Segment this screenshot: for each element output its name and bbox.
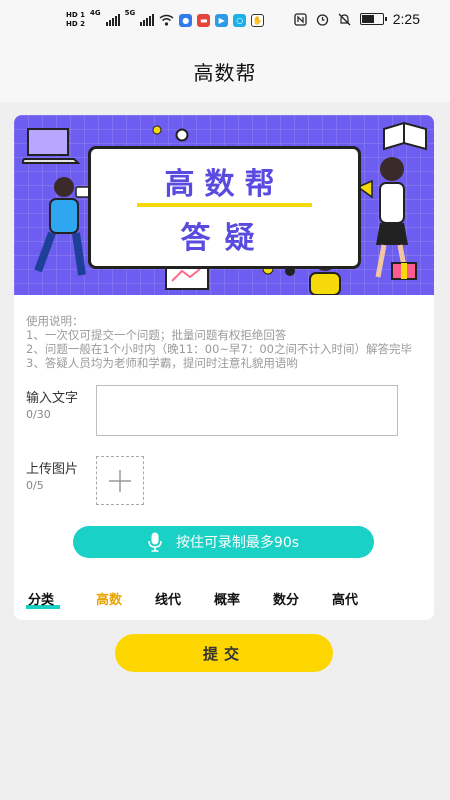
banner-divider xyxy=(137,203,312,207)
battery-icon xyxy=(359,13,387,25)
microphone-icon xyxy=(148,532,162,552)
ring-deco xyxy=(175,128,189,142)
instruction-line-1: 1、一次仅可提交一个问题；批量问题有权拒绝回答 xyxy=(26,328,287,342)
question-card: 高数帮 答疑 使用说明： 1、一次仅可提交一个问题；批量问题有权拒绝回答 2、问… xyxy=(14,115,434,620)
tab-xiandai[interactable]: 线代 xyxy=(155,589,181,608)
record-button-label: 按住可录制最多90s xyxy=(175,535,300,551)
bus-app-icon: ▬ xyxy=(197,13,211,27)
search-app-icon: ○ xyxy=(233,13,247,27)
sim-indicator: HD 1 HD 2 xyxy=(66,11,85,29)
text-input-label: 输入文字 xyxy=(26,391,79,406)
image-upload-button[interactable] xyxy=(96,456,144,505)
tab-gaodai[interactable]: 高代 xyxy=(332,589,358,608)
usage-instructions: 使用说明： 1、一次仅可提交一个问题；批量问题有权拒绝回答 2、问题一般在1个小… xyxy=(26,314,426,370)
banner-frame: 高数帮 答疑 xyxy=(88,146,361,269)
title-bar: 高数帮 xyxy=(0,40,450,102)
category-tabs: 分类 高数 线代 概率 数分 高代 xyxy=(14,585,434,615)
record-voice-button[interactable]: 按住可录制最多90s xyxy=(73,526,374,558)
net1-label: 4G xyxy=(89,9,101,17)
mute-icon xyxy=(338,13,351,25)
dot-deco xyxy=(152,125,162,135)
boy-illustration xyxy=(34,177,93,276)
question-text-input[interactable] xyxy=(96,385,398,436)
banner: 高数帮 答疑 xyxy=(14,115,434,295)
instruction-line-2: 2、问题一般在1个小时内（晚11：00~早7：00之间不计入时间）解答完毕 xyxy=(26,342,412,356)
net2-label: 5G xyxy=(124,9,136,17)
page-title: 高数帮 xyxy=(193,60,257,85)
submit-button[interactable]: 提交 xyxy=(115,634,333,672)
text-input-count: 0/30 xyxy=(26,408,51,421)
plus-icon xyxy=(109,469,131,492)
status-right: 2:25 xyxy=(294,11,420,27)
banner-subtitle: 答疑 xyxy=(180,221,269,256)
book-illustration xyxy=(383,121,427,151)
status-bar: HD 1 HD 2 4G 5G ● ▬ ▶ ○ ✋ 2:25 xyxy=(0,0,450,40)
status-left: HD 1 HD 2 4G 5G ● ▬ ▶ ○ ✋ xyxy=(66,9,265,31)
instructions-heading: 使用说明： xyxy=(26,314,84,328)
hd1-label: HD 1 xyxy=(66,11,85,19)
category-heading: 分类 xyxy=(28,593,55,608)
image-upload-label: 上传图片 xyxy=(26,462,79,477)
banner-title: 高数帮 xyxy=(164,167,285,202)
nfc-icon xyxy=(294,12,307,26)
tab-gailv[interactable]: 概率 xyxy=(214,589,240,608)
alarm-icon xyxy=(316,13,328,26)
tab-shufen[interactable]: 数分 xyxy=(273,589,299,608)
tab-gaoshu[interactable]: 高数 xyxy=(96,589,122,608)
instruction-line-3: 3、答疑人员均为老师和学霸，提问时注意礼貌用语哟 xyxy=(26,356,298,370)
cursor-app-icon: ▶ xyxy=(215,13,229,27)
signal-icon xyxy=(105,14,120,26)
wifi-icon xyxy=(159,14,174,26)
clock: 2:25 xyxy=(392,11,420,27)
signal-icon-2 xyxy=(140,14,155,26)
hand-app-icon: ✋ xyxy=(251,13,265,27)
hd2-label: HD 2 xyxy=(66,20,85,28)
battery-level xyxy=(361,15,374,23)
gift-illustration xyxy=(391,262,417,280)
bulb-app-icon: ● xyxy=(179,13,193,27)
laptop-illustration xyxy=(22,128,81,164)
image-upload-count: 0/5 xyxy=(26,479,44,492)
